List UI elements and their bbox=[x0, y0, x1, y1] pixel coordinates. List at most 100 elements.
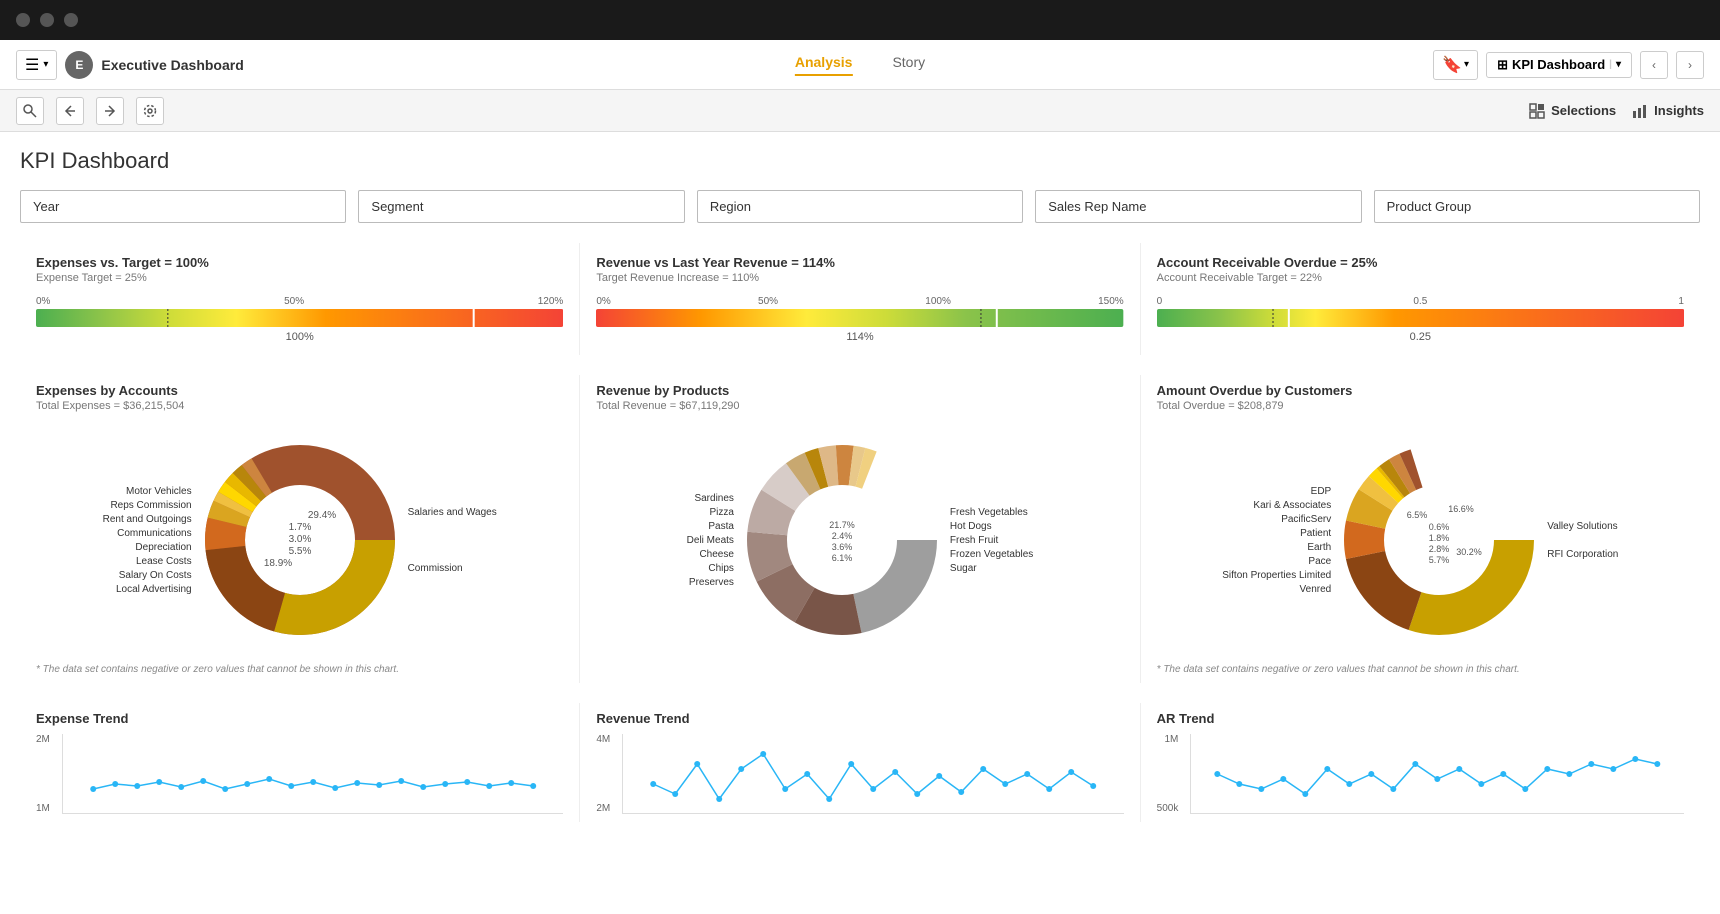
app-icon: E bbox=[65, 51, 93, 79]
chart-overdue-legend-left: EDP Kari & Associates PacificServ Patien… bbox=[1222, 486, 1331, 595]
chart-revenue-legend-left: Sardines Pizza Pasta Deli Meats Cheese C… bbox=[687, 493, 734, 588]
chart-revenue: Revenue by Products Total Revenue = $67,… bbox=[580, 375, 1140, 683]
toolbar: Selections Insights bbox=[0, 90, 1720, 132]
hamburger-icon: ☰ bbox=[25, 55, 39, 75]
chart-revenue-legend-right: Fresh Vegetables Hot Dogs Fresh Fruit Fr… bbox=[950, 507, 1033, 574]
svg-text:21.7%: 21.7% bbox=[829, 520, 855, 530]
filter-sales-rep[interactable]: Sales Rep Name bbox=[1035, 190, 1361, 223]
hamburger-button[interactable]: ☰ ▾ bbox=[16, 50, 57, 80]
main-content: KPI Dashboard Year Segment Region Sales … bbox=[0, 132, 1720, 914]
maximize-button[interactable] bbox=[64, 13, 78, 27]
minimize-button[interactable] bbox=[40, 13, 54, 27]
expenses-donut-chart: 1.7% 3.0% 5.5% 18.9% 29.4% bbox=[200, 440, 400, 640]
chart-expenses-legend-left: Motor Vehicles Reps Commission Rent and … bbox=[103, 486, 192, 595]
page-title: KPI Dashboard bbox=[20, 148, 1700, 174]
app-title: Executive Dashboard bbox=[101, 57, 243, 73]
expense-trend-y-max: 2M bbox=[36, 734, 50, 745]
dashboard-chevron-icon: ▾ bbox=[1616, 59, 1621, 70]
chart-revenue-note bbox=[596, 664, 1123, 675]
nav-right: 🔖 ▾ ⊞ KPI Dashboard | ▾ ‹ › bbox=[1433, 50, 1704, 80]
title-bar bbox=[0, 0, 1720, 40]
chart-expenses-subtitle: Total Expenses = $36,215,504 bbox=[36, 400, 563, 412]
dashboard-name-label: KPI Dashboard bbox=[1512, 57, 1605, 72]
svg-text:2.4%: 2.4% bbox=[832, 531, 853, 541]
kpi-ar-subtitle: Account Receivable Target = 22% bbox=[1157, 272, 1684, 284]
donut-charts-row: Expenses by Accounts Total Expenses = $3… bbox=[20, 375, 1700, 683]
settings-button[interactable] bbox=[136, 97, 164, 125]
ar-trend-y-min: 500k bbox=[1157, 803, 1179, 814]
trend-expense: Expense Trend 2M 1M bbox=[20, 703, 580, 822]
dashboard-selector[interactable]: ⊞ KPI Dashboard | ▾ bbox=[1486, 52, 1632, 78]
bookmark-button[interactable]: 🔖 ▾ bbox=[1433, 50, 1478, 80]
filter-product-group[interactable]: Product Group bbox=[1374, 190, 1700, 223]
overdue-donut-chart: 0.6% 1.8% 2.8% 5.7% 6.5% 16.6% 30.2% bbox=[1339, 440, 1539, 640]
ar-trend-y-max: 1M bbox=[1157, 734, 1179, 745]
chart-overdue: Amount Overdue by Customers Total Overdu… bbox=[1141, 375, 1700, 683]
prev-button[interactable]: ‹ bbox=[1640, 51, 1668, 79]
bookmark-icon: 🔖 bbox=[1442, 55, 1462, 75]
svg-text:3.6%: 3.6% bbox=[832, 542, 853, 552]
forward-button[interactable] bbox=[96, 97, 124, 125]
kpi-expenses: Expenses vs. Target = 100% Expense Targe… bbox=[20, 243, 580, 355]
close-button[interactable] bbox=[16, 13, 30, 27]
kpi-revenue-scale: 0%50%100%150% bbox=[596, 296, 1123, 307]
svg-text:0.6%: 0.6% bbox=[1429, 522, 1450, 532]
svg-text:5.5%: 5.5% bbox=[288, 546, 311, 557]
kpi-ar-value: 0.25 bbox=[1157, 331, 1684, 343]
kpi-expenses-value: 100% bbox=[36, 331, 563, 343]
back-button[interactable] bbox=[56, 97, 84, 125]
svg-text:3.0%: 3.0% bbox=[288, 534, 311, 545]
kpi-revenue-value: 114% bbox=[596, 331, 1123, 343]
trend-revenue-title: Revenue Trend bbox=[596, 711, 1123, 726]
chart-expenses-title: Expenses by Accounts bbox=[36, 383, 563, 398]
trend-ar-title: AR Trend bbox=[1157, 711, 1684, 726]
expense-trend-y-min: 1M bbox=[36, 803, 50, 814]
smart-search-button[interactable] bbox=[16, 97, 44, 125]
svg-text:30.2%: 30.2% bbox=[1456, 547, 1482, 557]
insights-button[interactable]: Insights bbox=[1632, 103, 1704, 119]
kpi-row: Expenses vs. Target = 100% Expense Targe… bbox=[20, 243, 1700, 355]
expense-trend-chart bbox=[62, 734, 563, 814]
chart-expenses-body: Motor Vehicles Reps Commission Rent and … bbox=[36, 420, 563, 660]
selections-button[interactable]: Selections bbox=[1529, 103, 1616, 119]
trend-ar: AR Trend 1M 500k bbox=[1141, 703, 1700, 822]
tab-analysis[interactable]: Analysis bbox=[795, 54, 853, 76]
svg-text:1.8%: 1.8% bbox=[1429, 533, 1450, 543]
chart-expenses-legend-right: Salaries and Wages Commission bbox=[408, 507, 497, 574]
kpi-revenue: Revenue vs Last Year Revenue = 114% Targ… bbox=[580, 243, 1140, 355]
next-button[interactable]: › bbox=[1676, 51, 1704, 79]
filter-year[interactable]: Year bbox=[20, 190, 346, 223]
top-nav: ☰ ▾ E Executive Dashboard Analysis Story… bbox=[0, 40, 1720, 90]
chart-overdue-title: Amount Overdue by Customers bbox=[1157, 383, 1684, 398]
revenue-donut-chart: 21.7% 2.4% 3.6% 6.1% bbox=[742, 440, 942, 640]
kpi-ar-scale: 00.51 bbox=[1157, 296, 1684, 307]
revenue-trend-y-max: 4M bbox=[596, 734, 610, 745]
filter-region[interactable]: Region bbox=[697, 190, 1023, 223]
kpi-ar: Account Receivable Overdue = 25% Account… bbox=[1141, 243, 1700, 355]
trend-revenue: Revenue Trend 4M 2M bbox=[580, 703, 1140, 822]
filter-segment[interactable]: Segment bbox=[358, 190, 684, 223]
nav-tabs: Analysis Story bbox=[795, 54, 925, 76]
svg-text:2.8%: 2.8% bbox=[1429, 544, 1450, 554]
svg-text:6.1%: 6.1% bbox=[832, 553, 853, 563]
dashboard-grid-icon: ⊞ bbox=[1497, 57, 1508, 73]
revenue-trend-chart bbox=[622, 734, 1123, 814]
chart-revenue-subtitle: Total Revenue = $67,119,290 bbox=[596, 400, 1123, 412]
chart-overdue-legend-right: Valley Solutions RFI Corporation bbox=[1547, 521, 1618, 560]
chart-overdue-body: EDP Kari & Associates PacificServ Patien… bbox=[1157, 420, 1684, 660]
tab-story[interactable]: Story bbox=[892, 54, 925, 76]
insights-icon bbox=[1632, 103, 1648, 119]
trend-row: Expense Trend 2M 1M bbox=[20, 703, 1700, 822]
dashboard-selector-icon: | bbox=[1609, 59, 1612, 70]
kpi-ar-title: Account Receivable Overdue = 25% bbox=[1157, 255, 1684, 270]
nav-left: ☰ ▾ E Executive Dashboard bbox=[16, 50, 244, 80]
chart-overdue-note: * The data set contains negative or zero… bbox=[1157, 664, 1684, 675]
toolbar-right: Selections Insights bbox=[1529, 103, 1704, 119]
chart-revenue-body: Sardines Pizza Pasta Deli Meats Cheese C… bbox=[596, 420, 1123, 660]
chart-revenue-title: Revenue by Products bbox=[596, 383, 1123, 398]
svg-text:29.4%: 29.4% bbox=[307, 510, 335, 521]
bookmark-chevron-icon: ▾ bbox=[1464, 59, 1469, 70]
kpi-ar-bar bbox=[1157, 309, 1684, 327]
kpi-expenses-scale: 0%50%120% bbox=[36, 296, 563, 307]
selections-icon bbox=[1529, 103, 1545, 119]
